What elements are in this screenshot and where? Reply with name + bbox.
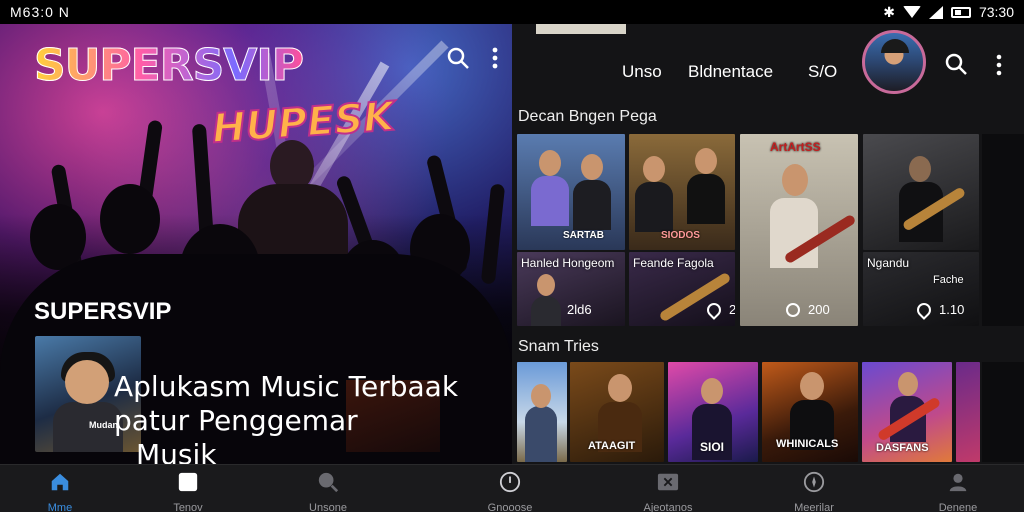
vinyl-icon (786, 302, 800, 317)
album-card[interactable]: WHINICALS (762, 362, 858, 462)
hero-banner[interactable]: SUPERSVIP HUPESK SUPERSVIP Mudan Aplukas… (0, 24, 512, 464)
album-label: ATAAGIT (588, 440, 636, 452)
battery-icon (950, 6, 971, 18)
playlist-card[interactable]: SIODOS (629, 134, 735, 250)
top-strip (536, 24, 626, 34)
card-badge: SARTAB (563, 230, 604, 241)
bottom-nav-label: Ajeotanos (643, 502, 693, 512)
card-title: Feande Fagola (633, 256, 714, 270)
bottom-nav-label: Gnooose (487, 502, 533, 512)
album-label: WHINICALS (776, 438, 839, 450)
album-label: DASFANS (876, 442, 929, 454)
card-stat-value: 21 (729, 302, 735, 317)
bottom-nav-label: Unsone (309, 502, 347, 512)
nav-link-bldnentace[interactable]: Bldnentace (688, 62, 773, 82)
playlist-card[interactable]: Ngandu Fache 1.10 (863, 252, 979, 326)
playlist-card[interactable]: Feande Fagola 21 (629, 252, 735, 326)
hero-actions (446, 46, 498, 70)
bottom-nav-label: Denene (938, 502, 978, 512)
bottom-nav: Mme Tenov Unsone Gnooose Ajeotanos Meeri… (0, 464, 1024, 512)
card-stat-value: 1.10 (939, 302, 965, 317)
more-vert-icon[interactable] (492, 46, 498, 70)
card-title: Hanled Hongeom (521, 256, 615, 270)
bottom-nav-denene[interactable]: Denene (918, 469, 998, 512)
feature-title-line: Musik (136, 438, 217, 464)
bottom-nav-label: Tenov (173, 502, 203, 512)
location-icon (704, 299, 724, 320)
card-badge: Fache (933, 274, 964, 286)
signal-icon (928, 5, 943, 19)
card-stat-value: 2ld6 (567, 302, 592, 317)
status-right: ✱ 73:30 (883, 4, 1014, 21)
playlist-card[interactable]: SARTAB (517, 134, 625, 250)
media-icon (657, 473, 679, 491)
bottom-nav-label: Meerilar (794, 502, 834, 512)
app-logo[interactable]: SUPERSVIP (34, 40, 305, 92)
avatar[interactable] (862, 30, 926, 94)
album-card[interactable]: ATAAGIT (570, 362, 664, 462)
content-panel: Unso Bldnentace S/O Decan Bngen Pega SAR… (512, 24, 1024, 464)
status-bar: M63:0 N ✱ 73:30 (0, 0, 1024, 24)
bottom-nav-home[interactable]: Mme (20, 469, 100, 512)
card-stat: 200 (786, 302, 830, 317)
album-card[interactable]: DASFANS (862, 362, 952, 462)
bottom-nav-meerilar[interactable]: Meerilar (774, 469, 854, 512)
album-label: SIOI (700, 440, 725, 454)
section-title: Snam Tries (518, 338, 599, 355)
playlist-card[interactable]: Hanled Hongeom 2ld6 (517, 252, 625, 326)
compass-icon (803, 471, 825, 493)
playlist-card[interactable]: ArtArtSS 200 (740, 134, 858, 326)
crowd-head (100, 184, 160, 254)
bottom-nav-tenov[interactable]: Tenov (148, 469, 228, 512)
card-stat: 2ld6 (567, 302, 592, 317)
album-card[interactable] (956, 362, 980, 462)
card-overflow (982, 134, 1024, 326)
square-icon (178, 472, 198, 492)
nav-link-unso[interactable]: Unso (622, 62, 662, 82)
search-icon (318, 472, 339, 493)
search-icon[interactable] (944, 52, 968, 76)
feature-title-line: patur Penggemar (114, 404, 358, 437)
album-card[interactable]: SIOI (668, 362, 758, 462)
bottom-nav-label: Mme (47, 502, 73, 512)
status-time: 73:30 (978, 4, 1014, 20)
circle-icon (499, 471, 521, 493)
album-card[interactable] (517, 362, 567, 462)
search-icon[interactable] (446, 46, 470, 70)
card-stat: 1.10 (914, 299, 965, 320)
feature-title[interactable]: Aplukasm Music Terbaak patur Penggemar M… (114, 370, 474, 464)
feature-title-line: Aplukasm Music Terbaak (114, 370, 459, 403)
artist-face (65, 360, 109, 404)
card-stat: 21 (704, 299, 735, 320)
more-vert-icon[interactable] (996, 54, 1002, 76)
nav-link-so[interactable]: S/O (808, 62, 837, 82)
bottom-nav-unsone[interactable]: Unsone (288, 469, 368, 512)
playlist-card[interactable] (863, 134, 979, 250)
crowd-head (30, 204, 86, 270)
home-icon (51, 473, 69, 491)
wifi-icon (902, 6, 921, 18)
section-title: Decan Bngen Pega (518, 108, 657, 125)
hero-section-title: SUPERSVIP (34, 298, 172, 325)
card-overflow (982, 362, 1024, 462)
person-icon (949, 473, 967, 492)
location-icon (914, 299, 934, 320)
card-badge: ArtArtSS (770, 140, 821, 154)
bluetooth-icon: ✱ (883, 3, 895, 20)
bottom-nav-gnooose[interactable]: Gnooose (470, 469, 550, 512)
status-left-text: M63:0 N (10, 4, 70, 20)
card-title: Ngandu (867, 256, 910, 270)
bottom-nav-ajeotanos[interactable]: Ajeotanos (628, 469, 708, 512)
card-stat-value: 200 (808, 302, 830, 317)
card-badge: SIODOS (661, 230, 700, 241)
